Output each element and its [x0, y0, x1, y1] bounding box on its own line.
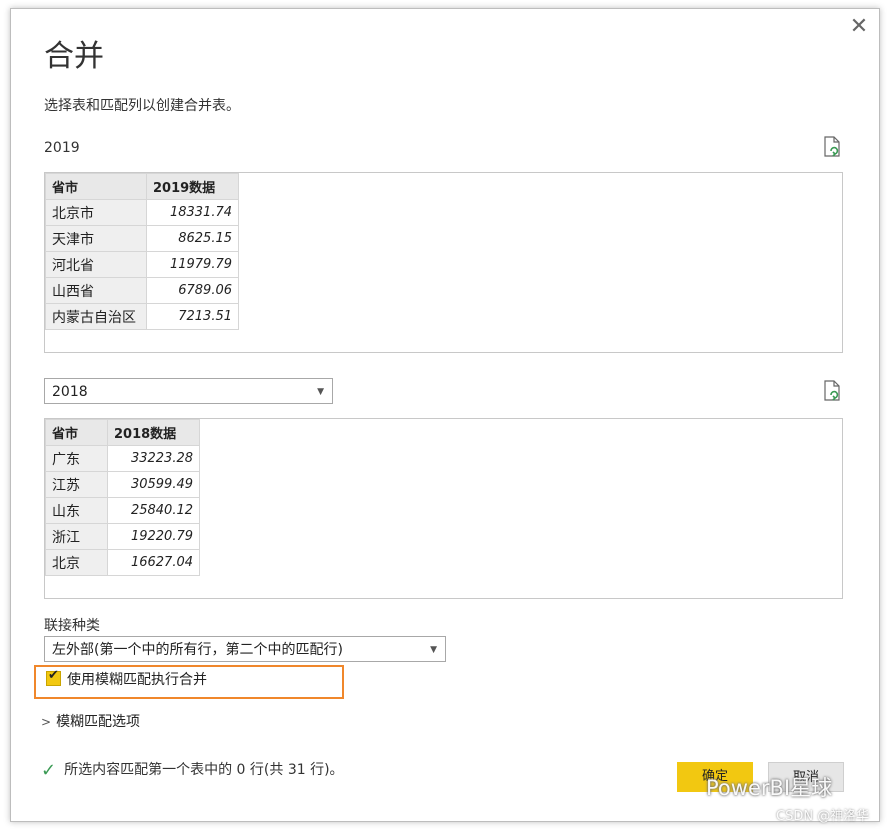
chevron-down-icon: ▼ — [430, 645, 437, 655]
cancel-button[interactable]: 取消 — [768, 762, 844, 792]
table2-select[interactable]: 2018 ▼ — [44, 378, 333, 404]
refresh-file-icon[interactable] — [822, 380, 842, 402]
chevron-right-icon: > — [41, 715, 52, 729]
table-row: 浙江 19220.79 — [45, 523, 200, 550]
cell-name: 北京 — [45, 549, 108, 576]
dialog-title: 合并 — [44, 39, 104, 74]
table-row: 天津市 8625.15 — [45, 225, 239, 252]
cell-value: 25840.12 — [107, 497, 200, 524]
cell-name: 广东 — [45, 445, 108, 472]
cell-value: 7213.51 — [146, 303, 239, 330]
match-status: ✓ 所选内容匹配第一个表中的 0 行(共 31 行)。 — [41, 759, 344, 781]
cell-name: 内蒙古自治区 — [45, 303, 147, 330]
table-row: 北京 16627.04 — [45, 549, 200, 576]
table-row: 北京市 18331.74 — [45, 199, 239, 226]
cell-name: 北京市 — [45, 199, 147, 226]
cell-name: 山西省 — [45, 277, 147, 304]
checkmark-icon: ✓ — [41, 760, 57, 781]
table1-grid: 省市 2019数据 北京市 18331.74 天津市 8625.15 河北省 1… — [45, 173, 239, 330]
table1-name: 2019 — [44, 140, 80, 156]
table-row: 山东 25840.12 — [45, 497, 200, 524]
cell-value: 6789.06 — [146, 277, 239, 304]
cell-name: 山东 — [45, 497, 108, 524]
table2-select-value: 2018 — [52, 384, 88, 400]
column-header[interactable]: 2018数据 — [107, 419, 200, 446]
table1-preview: 省市 2019数据 北京市 18331.74 天津市 8625.15 河北省 1… — [44, 172, 843, 353]
refresh-file-icon[interactable] — [822, 136, 842, 158]
column-header[interactable]: 2019数据 — [146, 173, 239, 200]
cell-value: 30599.49 — [107, 471, 200, 498]
table2-preview: 省市 2018数据 广东 33223.28 江苏 30599.49 山东 258… — [44, 418, 843, 599]
cell-value: 8625.15 — [146, 225, 239, 252]
column-header[interactable]: 省市 — [45, 419, 108, 446]
table-row: 江苏 30599.49 — [45, 471, 200, 498]
dialog-subtitle: 选择表和匹配列以创建合并表。 — [44, 98, 240, 114]
table-row: 山西省 6789.06 — [45, 277, 239, 304]
join-kind-value: 左外部(第一个中的所有行，第二个中的匹配行) — [52, 642, 343, 658]
cell-value: 33223.28 — [107, 445, 200, 472]
cell-name: 天津市 — [45, 225, 147, 252]
match-status-text: 所选内容匹配第一个表中的 0 行(共 31 行)。 — [64, 762, 344, 778]
join-kind-select[interactable]: 左外部(第一个中的所有行，第二个中的匹配行) ▼ — [44, 636, 446, 662]
cell-value: 18331.74 — [146, 199, 239, 226]
cell-name: 浙江 — [45, 523, 108, 550]
close-icon[interactable]: ✕ — [849, 16, 869, 38]
cell-name: 江苏 — [45, 471, 108, 498]
fuzzy-options-label: 模糊匹配选项 — [56, 714, 141, 730]
fuzzy-match-checkbox[interactable]: ✔ 使用模糊匹配执行合并 — [46, 668, 207, 689]
join-kind-label: 联接种类 — [44, 618, 100, 634]
table-row: 广东 33223.28 — [45, 445, 200, 472]
checkmark-icon: ✔ — [48, 668, 59, 683]
cell-value: 16627.04 — [107, 549, 200, 576]
checkbox[interactable]: ✔ — [46, 668, 61, 686]
column-header[interactable]: 省市 — [45, 173, 147, 200]
table2-grid: 省市 2018数据 广东 33223.28 江苏 30599.49 山东 258… — [45, 419, 200, 576]
fuzzy-options-toggle[interactable]: > 模糊匹配选项 — [41, 711, 140, 731]
chevron-down-icon: ▼ — [317, 387, 324, 397]
table-row: 河北省 11979.79 — [45, 251, 239, 278]
merge-dialog: ✕ 合并 选择表和匹配列以创建合并表。 2019 省市 2019数据 北京市 1… — [10, 8, 880, 822]
cell-value: 19220.79 — [107, 523, 200, 550]
cell-name: 河北省 — [45, 251, 147, 278]
ok-button[interactable]: 确定 — [677, 762, 753, 792]
fuzzy-match-label: 使用模糊匹配执行合并 — [67, 672, 207, 688]
cell-value: 11979.79 — [146, 251, 239, 278]
table-row: 内蒙古自治区 7213.51 — [45, 303, 239, 330]
